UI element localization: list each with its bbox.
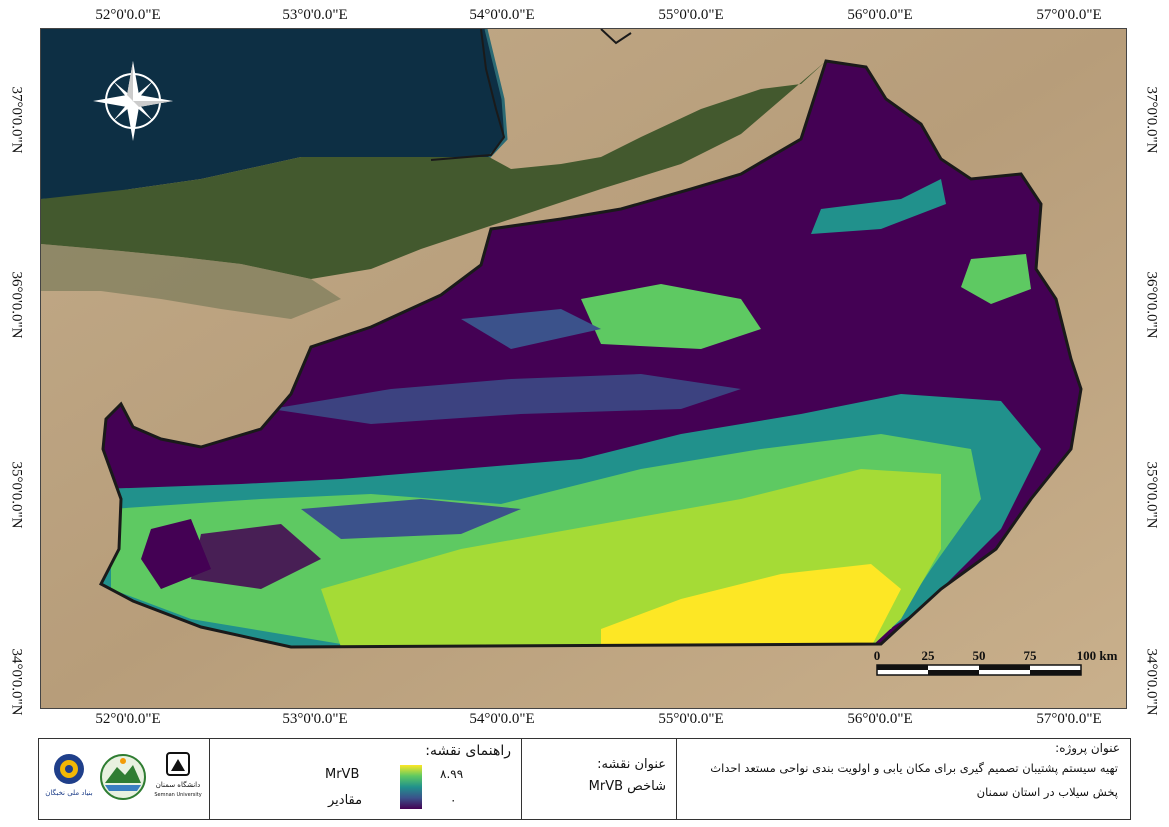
map-frame[interactable]: 0 25 50 75 100 km xyxy=(40,28,1127,709)
map-title-label: عنوان نقشه: xyxy=(597,757,666,772)
lon-label-top-2: 53°0'0.0"E xyxy=(282,7,348,23)
map-title-cell: عنوان نقشه: شاخص MrVB xyxy=(521,739,676,819)
lon-label-bottom-4: 55°0'0.0"E xyxy=(658,711,724,727)
lat-label-left-3: 35°0'0.0"N xyxy=(8,461,25,529)
project-line-2: پخش سیلاب در استان سمنان xyxy=(976,785,1118,799)
project-label: عنوان پروژه: xyxy=(1055,741,1120,755)
project-line-1: تهیه سیستم پشتیبان تصمیم گیری برای مکان … xyxy=(710,761,1118,775)
lon-label-bottom-5: 56°0'0.0"E xyxy=(847,711,913,727)
lat-label-right-1: 37°0'0.0"N xyxy=(1143,86,1160,154)
lat-label-left-2: 36°0'0.0"N xyxy=(8,271,25,339)
scale-label-50: 50 xyxy=(973,648,986,663)
elites-logo-text: بنیاد ملی نخبگان xyxy=(45,788,93,797)
semnan-university-logo-icon xyxy=(166,752,190,776)
lon-label-bottom-6: 57°0'0.0"E xyxy=(1036,711,1102,727)
legend-max-value: ۸.۹۹ xyxy=(440,767,464,781)
natural-resources-logo-icon xyxy=(100,754,146,800)
scale-label-75: 75 xyxy=(1024,648,1038,663)
scale-label-25: 25 xyxy=(922,648,936,663)
logos-svg: بنیاد ملی نخبگان دانشگاه سمنان Semnan Un… xyxy=(45,752,202,800)
lat-label-right-3: 35°0'0.0"N xyxy=(1143,461,1160,529)
lon-label-bottom-1: 52°0'0.0"E xyxy=(95,711,161,727)
scale-label-0: 0 xyxy=(874,648,881,663)
legend-layer-name: MrVB xyxy=(325,767,360,782)
lon-label-top-1: 52°0'0.0"E xyxy=(95,7,161,23)
lon-label-top-4: 55°0'0.0"E xyxy=(658,7,724,23)
legend-color-ramp xyxy=(400,765,422,809)
legend-cell: راهنمای نقشه: MrVB مقادیر ۸.۹۹ ۰ xyxy=(209,739,521,819)
info-panel: بنیاد ملی نخبگان دانشگاه سمنان Semnan Un… xyxy=(38,738,1131,820)
lon-label-bottom-3: 54°0'0.0"E xyxy=(469,711,535,727)
lon-label-bottom-2: 53°0'0.0"E xyxy=(282,711,348,727)
scale-label-100: 100 km xyxy=(1077,648,1118,663)
map-layout: 52°0'0.0"E 53°0'0.0"E 54°0'0.0"E 55°0'0.… xyxy=(0,0,1169,827)
lat-label-right-2: 36°0'0.0"N xyxy=(1143,271,1160,339)
legend-values-label: مقادیر xyxy=(328,793,363,808)
lat-label-left-1: 37°0'0.0"N xyxy=(8,86,25,154)
lon-label-top-3: 54°0'0.0"E xyxy=(469,7,535,23)
lon-label-top-6: 57°0'0.0"E xyxy=(1036,7,1102,23)
semnan-univ-text: دانشگاه سمنان xyxy=(156,780,200,789)
legend-title: راهنمای نقشه: xyxy=(425,743,511,759)
semnan-univ-text-en: Semnan University xyxy=(154,792,201,798)
elites-foundation-logo-icon xyxy=(54,754,84,784)
lat-label-left-4: 34°0'0.0"N xyxy=(8,648,25,716)
map-canvas[interactable]: 0 25 50 75 100 km xyxy=(41,29,1127,709)
project-cell: عنوان پروژه: تهیه سیستم پشتیبان تصمیم گی… xyxy=(676,739,1132,819)
lat-label-right-4: 34°0'0.0"N xyxy=(1143,648,1160,716)
map-title-value: شاخص MrVB xyxy=(588,779,666,794)
logos-cell: بنیاد ملی نخبگان دانشگاه سمنان Semnan Un… xyxy=(39,739,209,819)
lon-label-top-5: 56°0'0.0"E xyxy=(847,7,913,23)
legend-min-value: ۰ xyxy=(450,793,457,807)
